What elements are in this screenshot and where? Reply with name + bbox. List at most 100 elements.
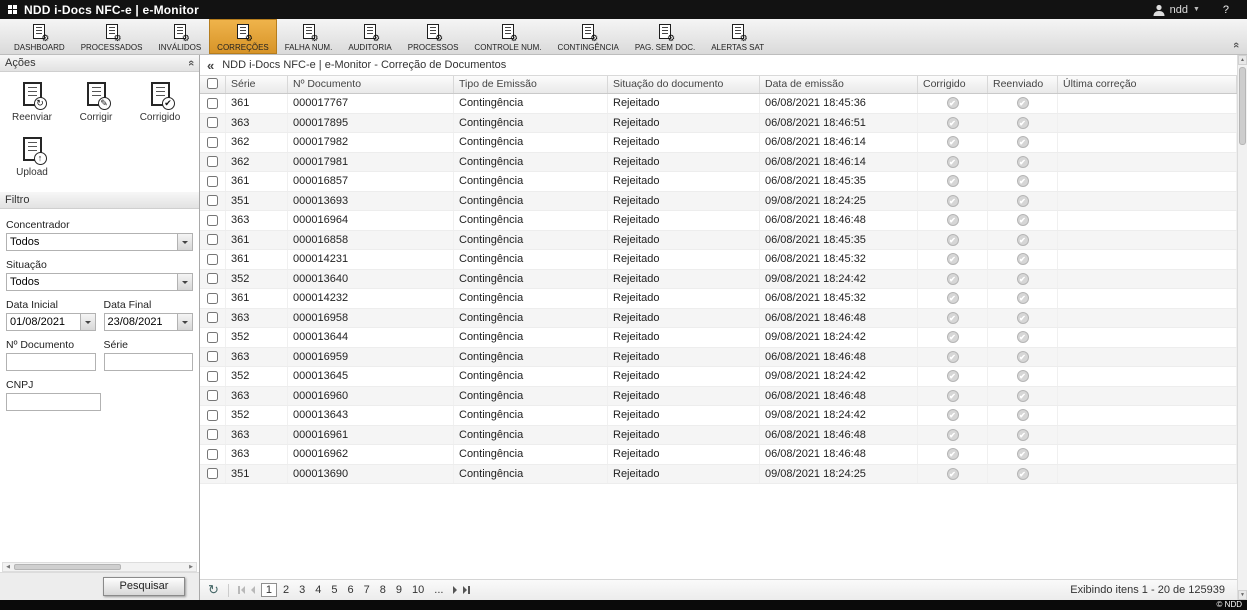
column-header-reenviado[interactable]: Reenviado xyxy=(988,76,1058,93)
scroll-up-icon[interactable]: ▲ xyxy=(1238,55,1247,65)
row-checkbox[interactable] xyxy=(207,351,218,362)
username-menu[interactable]: ndd xyxy=(1170,4,1188,16)
refresh-icon[interactable]: ↻ xyxy=(208,583,219,597)
scrollbar-thumb[interactable] xyxy=(1239,67,1246,145)
page-button-2[interactable]: 2 xyxy=(279,583,293,597)
data-final-value[interactable] xyxy=(105,314,178,330)
select-all-checkbox[interactable] xyxy=(207,78,218,89)
row-checkbox[interactable] xyxy=(207,293,218,304)
row-checkbox[interactable] xyxy=(207,273,218,284)
row-checkbox[interactable] xyxy=(207,410,218,421)
page-button-8[interactable]: 8 xyxy=(376,583,390,597)
prev-page-button[interactable] xyxy=(251,586,255,594)
row-checkbox[interactable] xyxy=(207,312,218,323)
table-row[interactable]: 351000013693ContingênciaRejeitado09/08/2… xyxy=(200,192,1237,212)
table-row[interactable]: 361000014231ContingênciaRejeitado06/08/2… xyxy=(200,250,1237,270)
page-button-9[interactable]: 9 xyxy=(392,583,406,597)
row-checkbox[interactable] xyxy=(207,117,218,128)
row-checkbox[interactable] xyxy=(207,98,218,109)
tab-alertas-sat[interactable]: ALERTAS SAT xyxy=(703,19,772,54)
tab-contingencia[interactable]: CONTINGÊNCIA xyxy=(550,19,627,54)
scroll-down-icon[interactable]: ▼ xyxy=(1238,590,1247,600)
row-checkbox[interactable] xyxy=(207,156,218,167)
page-button-3[interactable]: 3 xyxy=(295,583,309,597)
tab-correcoes[interactable]: CORREÇÕES xyxy=(209,19,277,54)
page-button-4[interactable]: 4 xyxy=(311,583,325,597)
app-grid-icon[interactable] xyxy=(8,5,17,14)
column-header-n-documento[interactable]: Nº Documento xyxy=(288,76,454,93)
concentrador-select[interactable] xyxy=(6,233,193,251)
row-checkbox[interactable] xyxy=(207,254,218,265)
table-row[interactable]: 361000014232ContingênciaRejeitado06/08/2… xyxy=(200,289,1237,309)
table-row[interactable]: 352000013640ContingênciaRejeitado09/08/2… xyxy=(200,270,1237,290)
chevron-down-icon[interactable]: ▼ xyxy=(1193,6,1200,13)
row-checkbox[interactable] xyxy=(207,371,218,382)
column-header-serie[interactable]: Série xyxy=(226,76,288,93)
calendar-dropdown-icon[interactable] xyxy=(177,314,192,330)
situacao-select[interactable] xyxy=(6,273,193,291)
row-checkbox[interactable] xyxy=(207,137,218,148)
row-checkbox[interactable] xyxy=(207,332,218,343)
vertical-scrollbar[interactable]: ▲ ▼ xyxy=(1237,55,1247,600)
first-page-button[interactable] xyxy=(238,586,245,594)
table-row[interactable]: 363000016962ContingênciaRejeitado06/08/2… xyxy=(200,445,1237,465)
table-row[interactable]: 352000013644ContingênciaRejeitado09/08/2… xyxy=(200,328,1237,348)
action-corrigido[interactable]: ✔Corrigido xyxy=(128,80,192,123)
calendar-dropdown-icon[interactable] xyxy=(80,314,95,330)
row-checkbox[interactable] xyxy=(207,449,218,460)
data-inicial-value[interactable] xyxy=(7,314,80,330)
tab-dashboard[interactable]: DASHBOARD xyxy=(6,19,73,54)
next-page-button[interactable] xyxy=(453,586,457,594)
column-header-data-de-emissao[interactable]: Data de emissão xyxy=(760,76,918,93)
column-header-situacao-do-documento[interactable]: Situação do documento xyxy=(608,76,760,93)
action-corrigir[interactable]: ✎Corrigir xyxy=(64,80,128,123)
tab-invalidos[interactable]: INVÁLIDOS xyxy=(150,19,209,54)
dropdown-arrow-icon[interactable] xyxy=(177,274,192,290)
table-row[interactable]: 361000016858ContingênciaRejeitado06/08/2… xyxy=(200,231,1237,251)
column-header-corrigido[interactable]: Corrigido xyxy=(918,76,988,93)
tab-falha-num[interactable]: FALHA NUM. xyxy=(277,19,341,54)
action-reenviar[interactable]: ↻Reenviar xyxy=(0,80,64,123)
table-row[interactable]: 363000016958ContingênciaRejeitado06/08/2… xyxy=(200,309,1237,329)
table-row[interactable]: 362000017982ContingênciaRejeitado06/08/2… xyxy=(200,133,1237,153)
actions-collapse-icon[interactable]: « xyxy=(185,60,197,66)
search-button[interactable]: Pesquisar xyxy=(103,577,185,596)
ribbon-collapse-icon[interactable]: « xyxy=(1230,42,1242,48)
concentrador-value[interactable] xyxy=(7,234,177,250)
scroll-left-icon[interactable]: ◀ xyxy=(3,563,13,571)
row-checkbox[interactable] xyxy=(207,468,218,479)
scroll-right-icon[interactable]: ▶ xyxy=(186,563,196,571)
table-row[interactable]: 363000016960ContingênciaRejeitado06/08/2… xyxy=(200,387,1237,407)
sidebar-horizontal-scrollbar[interactable]: ◀ ▶ xyxy=(2,562,197,572)
row-checkbox[interactable] xyxy=(207,390,218,401)
table-row[interactable]: 351000013690ContingênciaRejeitado09/08/2… xyxy=(200,465,1237,485)
row-checkbox[interactable] xyxy=(207,234,218,245)
table-row[interactable]: 352000013645ContingênciaRejeitado09/08/2… xyxy=(200,367,1237,387)
page-button-5[interactable]: 5 xyxy=(327,583,341,597)
scrollbar-thumb[interactable] xyxy=(14,564,121,570)
tab-auditoria[interactable]: AUDITORIA xyxy=(340,19,399,54)
help-button[interactable]: ? xyxy=(1223,4,1229,16)
tab-pag-sem-doc[interactable]: PAG. SEM DOC. xyxy=(627,19,703,54)
last-page-button[interactable] xyxy=(463,586,470,594)
column-header-tipo-de-emissao[interactable]: Tipo de Emissão xyxy=(454,76,608,93)
tab-processos[interactable]: PROCESSOS xyxy=(400,19,467,54)
row-checkbox[interactable] xyxy=(207,429,218,440)
action-upload[interactable]: ↑Upload xyxy=(0,135,64,178)
row-checkbox[interactable] xyxy=(207,176,218,187)
data-inicial-picker[interactable] xyxy=(6,313,96,331)
page-button-7[interactable]: 7 xyxy=(360,583,374,597)
table-row[interactable]: 363000016961ContingênciaRejeitado06/08/2… xyxy=(200,426,1237,446)
dropdown-arrow-icon[interactable] xyxy=(177,234,192,250)
table-row[interactable]: 363000017895ContingênciaRejeitado06/08/2… xyxy=(200,114,1237,134)
tab-processados[interactable]: PROCESSADOS xyxy=(73,19,151,54)
cnpj-input[interactable] xyxy=(6,393,101,411)
table-row[interactable]: 361000016857ContingênciaRejeitado06/08/2… xyxy=(200,172,1237,192)
tab-controle-num[interactable]: CONTROLE NUM. xyxy=(466,19,549,54)
num-documento-input[interactable] xyxy=(6,353,96,371)
table-row[interactable]: 352000013643ContingênciaRejeitado09/08/2… xyxy=(200,406,1237,426)
data-final-picker[interactable] xyxy=(104,313,194,331)
table-row[interactable]: 362000017981ContingênciaRejeitado06/08/2… xyxy=(200,153,1237,173)
page-button-10[interactable]: 10 xyxy=(408,583,428,597)
page-button-1[interactable]: 1 xyxy=(261,583,277,597)
